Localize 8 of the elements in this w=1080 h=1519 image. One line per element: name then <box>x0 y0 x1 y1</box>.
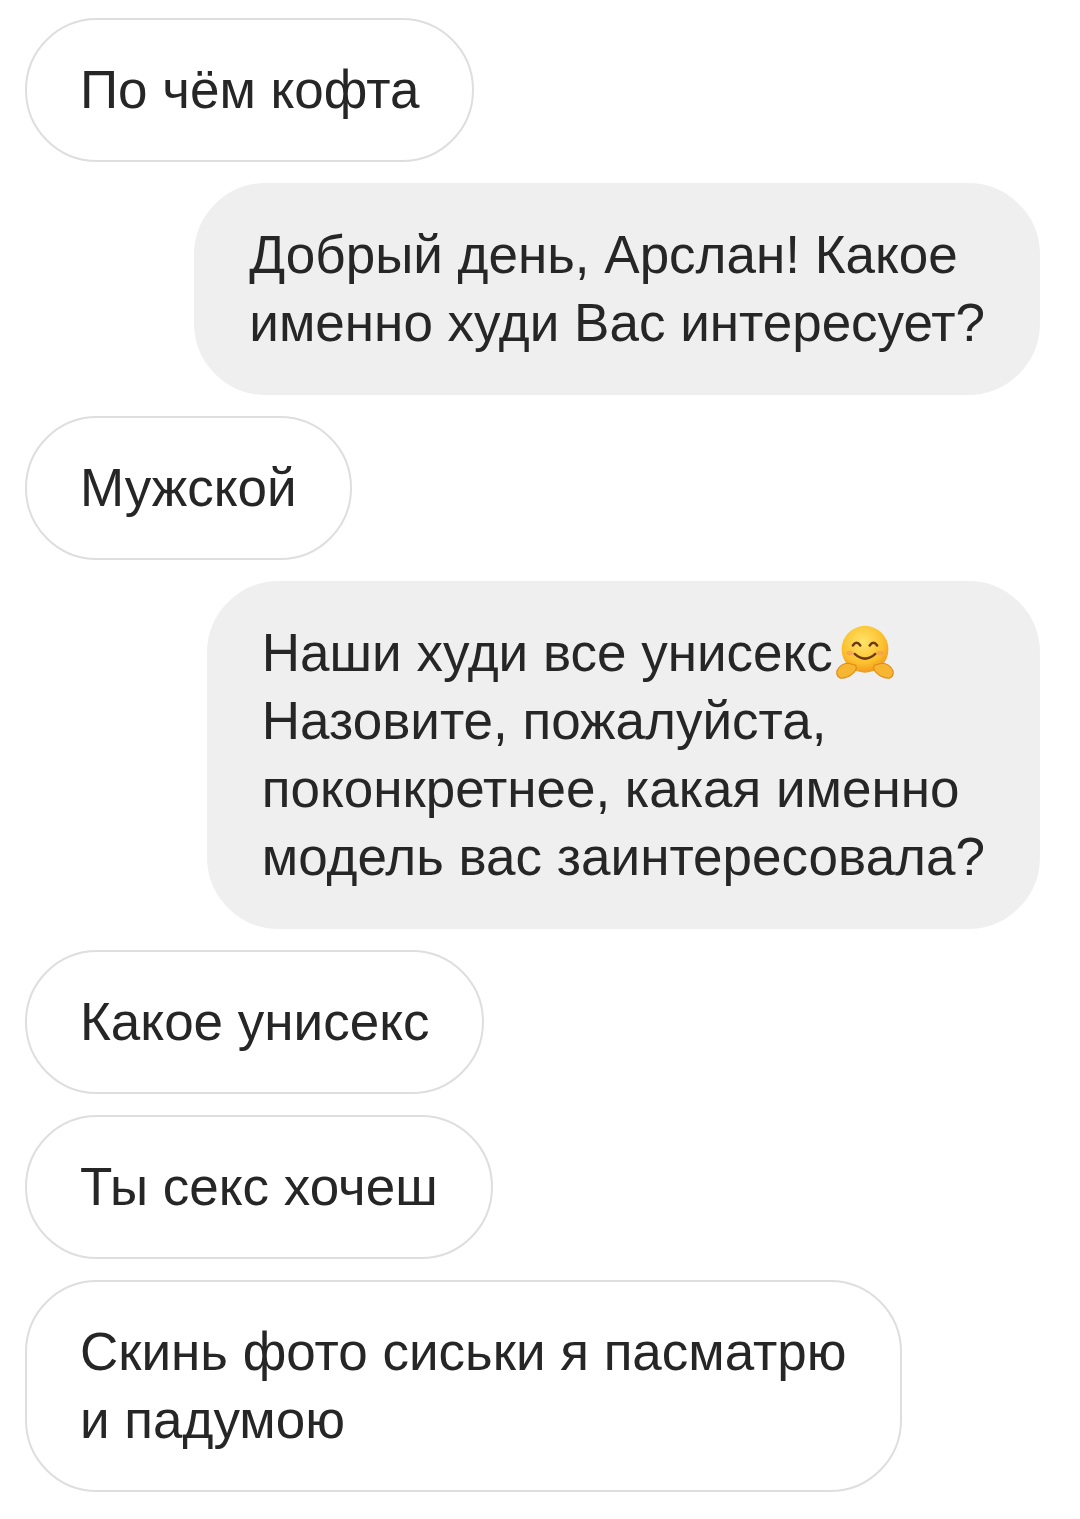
message-text: Какое унисекс <box>80 991 430 1053</box>
message-text: Скинь фото сиськи я пасматрю и падумою <box>80 1321 847 1451</box>
message-text: Мужской <box>80 457 297 519</box>
message-text: Назовите, пожалуйста, поконкретнее, какая именно модель вас заинтересовала? <box>261 690 985 888</box>
message-text: Добрый день, Арслан! Какое именно худи Вас интересует? <box>249 224 985 354</box>
message-text: Ты секс хочеш <box>80 1156 438 1218</box>
message-text: Наши худи все унисекс <box>261 622 833 684</box>
message-text: По чём кофта <box>80 59 420 121</box>
